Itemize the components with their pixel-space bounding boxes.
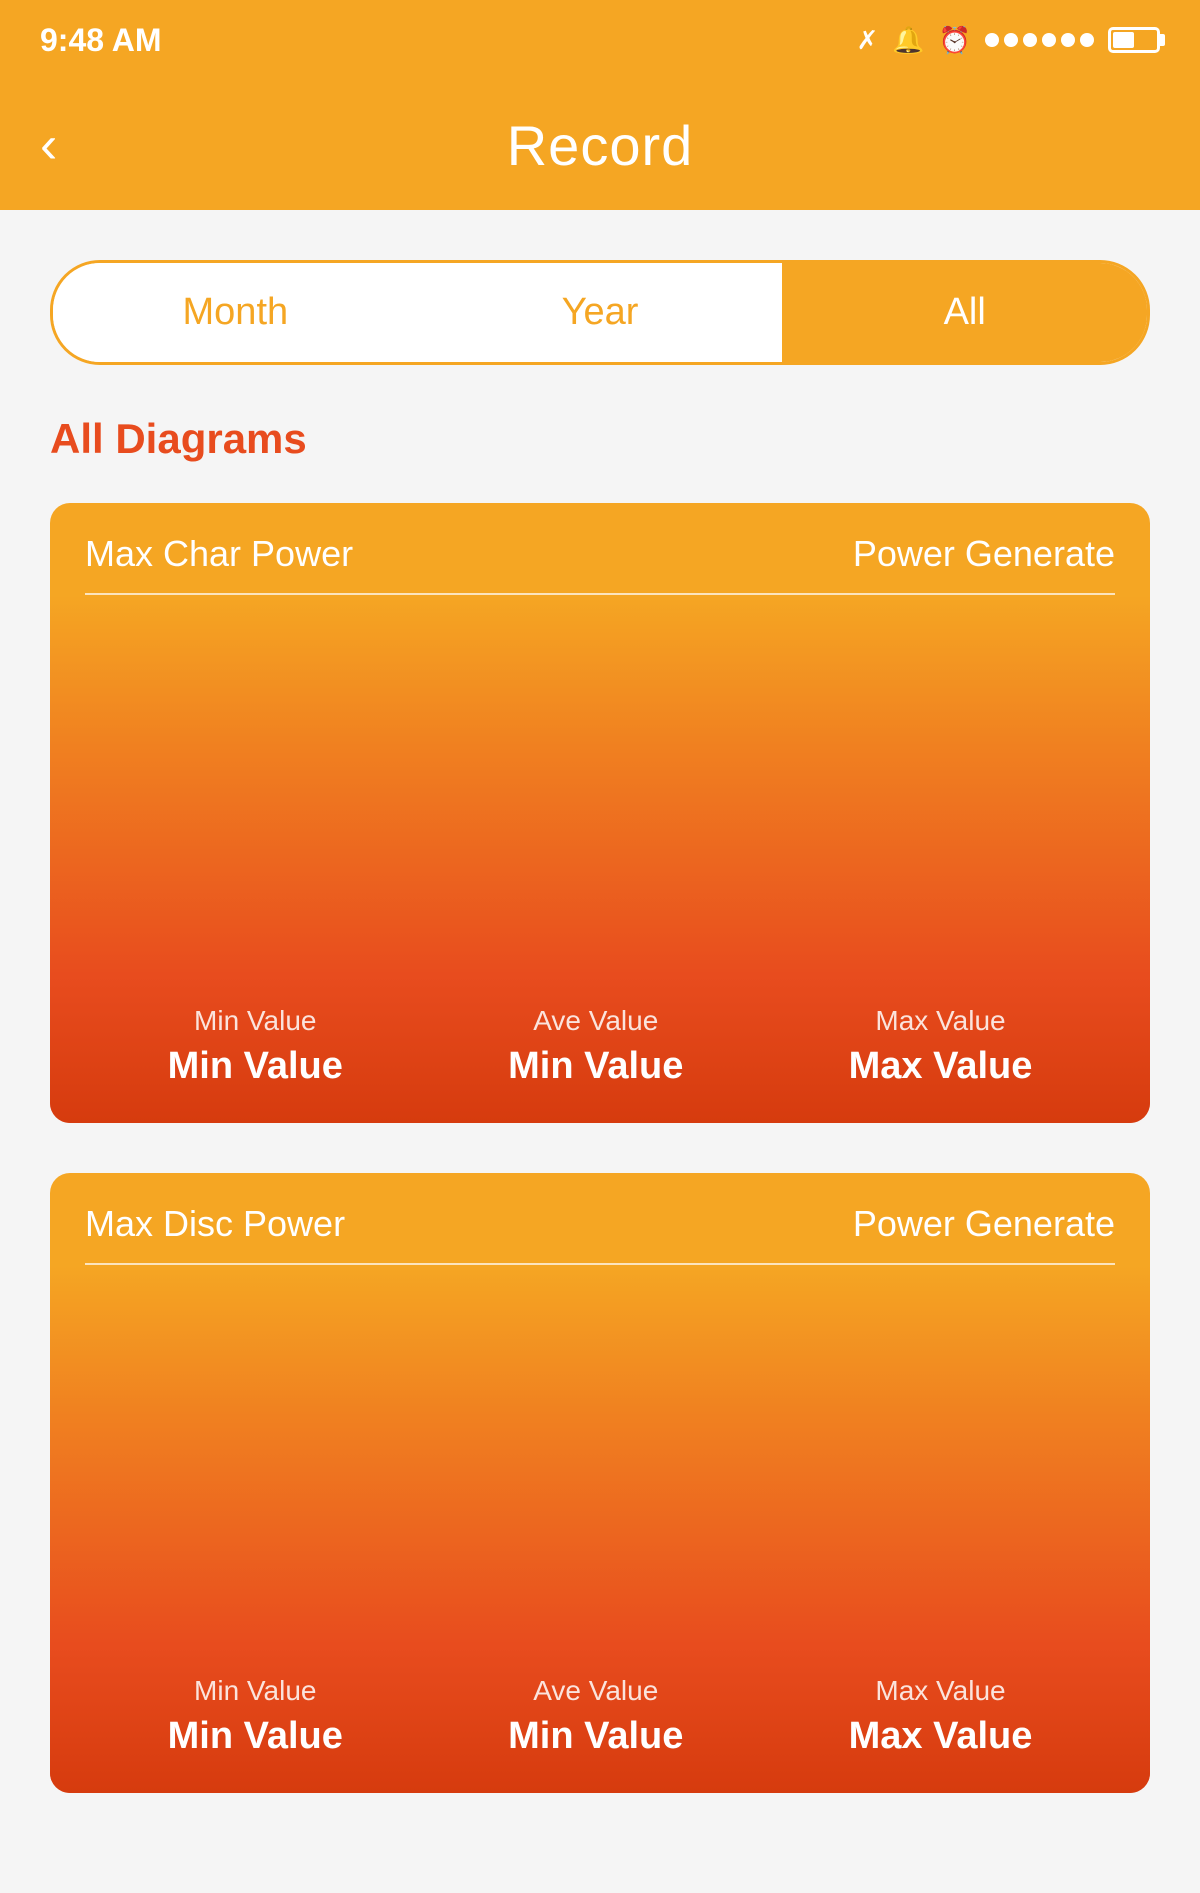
dot-6 (1080, 33, 1094, 47)
value-label-min-2: Min Value (168, 1675, 343, 1707)
status-bar: 9:48 AM ✗ 🔔 ⏰ (0, 0, 1200, 80)
card-chart-area-1 (50, 595, 1150, 975)
card-title-left-1: Max Char Power (85, 533, 353, 575)
dot-3 (1023, 33, 1037, 47)
value-label-min-1: Min Value (168, 1005, 343, 1037)
card-max-disc-power: Max Disc Power Power Generate Min Value … (50, 1173, 1150, 1793)
back-button[interactable]: ‹ (40, 119, 57, 171)
value-amount-min-1: Min Value (168, 1045, 343, 1088)
value-amount-max-2: Max Value (849, 1715, 1033, 1758)
status-time: 9:48 AM (40, 22, 162, 59)
card-values-1: Min Value Min Value Ave Value Min Value … (50, 975, 1150, 1123)
header: ‹ Record (0, 80, 1200, 210)
value-amount-max-1: Max Value (849, 1045, 1033, 1088)
value-group-ave-1: Ave Value Min Value (508, 1005, 683, 1088)
battery-icon (1108, 27, 1160, 53)
tab-all[interactable]: All (782, 263, 1147, 362)
dot-4 (1042, 33, 1056, 47)
value-amount-ave-1: Min Value (508, 1045, 683, 1088)
dot-1 (985, 33, 999, 47)
value-label-max-1: Max Value (849, 1005, 1033, 1037)
value-group-max-2: Max Value Max Value (849, 1675, 1033, 1758)
bluetooth-icon: ✗ (856, 25, 878, 56)
card-divider-1 (85, 593, 1115, 595)
value-group-min-2: Min Value Min Value (168, 1675, 343, 1758)
dot-2 (1004, 33, 1018, 47)
alarm-icon: ⏰ (939, 25, 971, 56)
dot-5 (1061, 33, 1075, 47)
card-chart-area-2 (50, 1265, 1150, 1645)
page-title: Record (507, 113, 694, 178)
card-max-char-power: Max Char Power Power Generate Min Value … (50, 503, 1150, 1123)
value-amount-ave-2: Min Value (508, 1715, 683, 1758)
value-group-max-1: Max Value Max Value (849, 1005, 1033, 1088)
card-header-1: Max Char Power Power Generate (50, 503, 1150, 575)
value-label-max-2: Max Value (849, 1675, 1033, 1707)
section-title: All Diagrams (50, 415, 1150, 463)
content: Month Year All All Diagrams Max Char Pow… (0, 210, 1200, 1893)
tab-selector: Month Year All (50, 260, 1150, 365)
card-values-2: Min Value Min Value Ave Value Min Value … (50, 1645, 1150, 1793)
battery-fill (1113, 32, 1134, 48)
value-amount-min-2: Min Value (168, 1715, 343, 1758)
value-group-ave-2: Ave Value Min Value (508, 1675, 683, 1758)
card-title-right-1: Power Generate (853, 533, 1115, 575)
mute-icon: 🔔 (892, 25, 924, 56)
status-icons: ✗ 🔔 ⏰ (856, 25, 1160, 56)
card-divider-2 (85, 1263, 1115, 1265)
card-title-left-2: Max Disc Power (85, 1203, 345, 1245)
card-title-right-2: Power Generate (853, 1203, 1115, 1245)
tab-year[interactable]: Year (418, 263, 783, 362)
signal-dots (985, 33, 1094, 47)
tab-month[interactable]: Month (53, 263, 418, 362)
value-group-min-1: Min Value Min Value (168, 1005, 343, 1088)
card-header-2: Max Disc Power Power Generate (50, 1173, 1150, 1245)
value-label-ave-2: Ave Value (508, 1675, 683, 1707)
value-label-ave-1: Ave Value (508, 1005, 683, 1037)
